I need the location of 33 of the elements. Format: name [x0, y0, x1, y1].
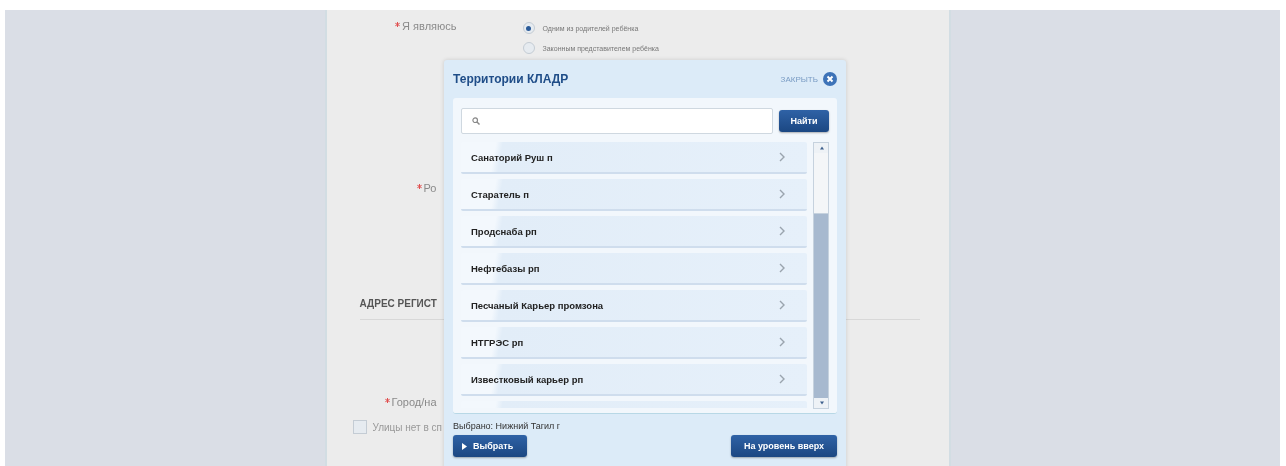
checkbox[interactable]	[352, 420, 367, 434]
search-field[interactable]	[461, 108, 773, 134]
radio-button[interactable]	[522, 42, 535, 54]
scroll-thumb[interactable]	[814, 153, 828, 214]
chevron-right-icon	[779, 226, 785, 236]
chevron-right-icon	[779, 152, 785, 162]
chevron-right-icon	[779, 374, 785, 384]
list-item[interactable]: Известковый карьер рп	[461, 364, 807, 396]
chevron-right-icon	[779, 263, 785, 273]
list-item[interactable]: НТГРЭС рп	[461, 327, 807, 359]
choose-button[interactable]: Выбрать	[453, 435, 527, 457]
section-title: АДРЕС РЕГИСТ	[359, 298, 437, 309]
search-button[interactable]: Найти	[779, 110, 829, 132]
scrollbar[interactable]	[813, 142, 829, 409]
chevron-right-icon	[779, 189, 785, 199]
search-icon	[472, 117, 480, 125]
list-item[interactable]: Старатель п	[461, 179, 807, 211]
checkbox-label: Улицы нет в сп	[372, 421, 442, 433]
close-icon	[823, 72, 837, 86]
selection-text: Выбрано: Нижний Тагил г	[453, 421, 562, 431]
radio-button[interactable]	[522, 22, 535, 34]
chevron-right-icon	[779, 300, 785, 310]
dialog-title: Территории КЛАДР	[453, 72, 569, 86]
play-icon	[462, 442, 467, 450]
list-item[interactable]: Продснаба рп	[461, 216, 807, 248]
field-label: Ро	[416, 182, 437, 194]
list-item[interactable]: Нефтебазы рп	[461, 253, 807, 285]
list-item[interactable]: Песчаный Карьер промзона	[461, 290, 807, 322]
field-label: Город/на	[384, 396, 437, 408]
chevron-right-icon	[779, 337, 785, 347]
list-item[interactable]: Санаторий Руш п	[461, 142, 807, 174]
field-label: Я являюсь	[395, 20, 457, 32]
level-up-button[interactable]: На уровень вверх	[731, 435, 837, 457]
